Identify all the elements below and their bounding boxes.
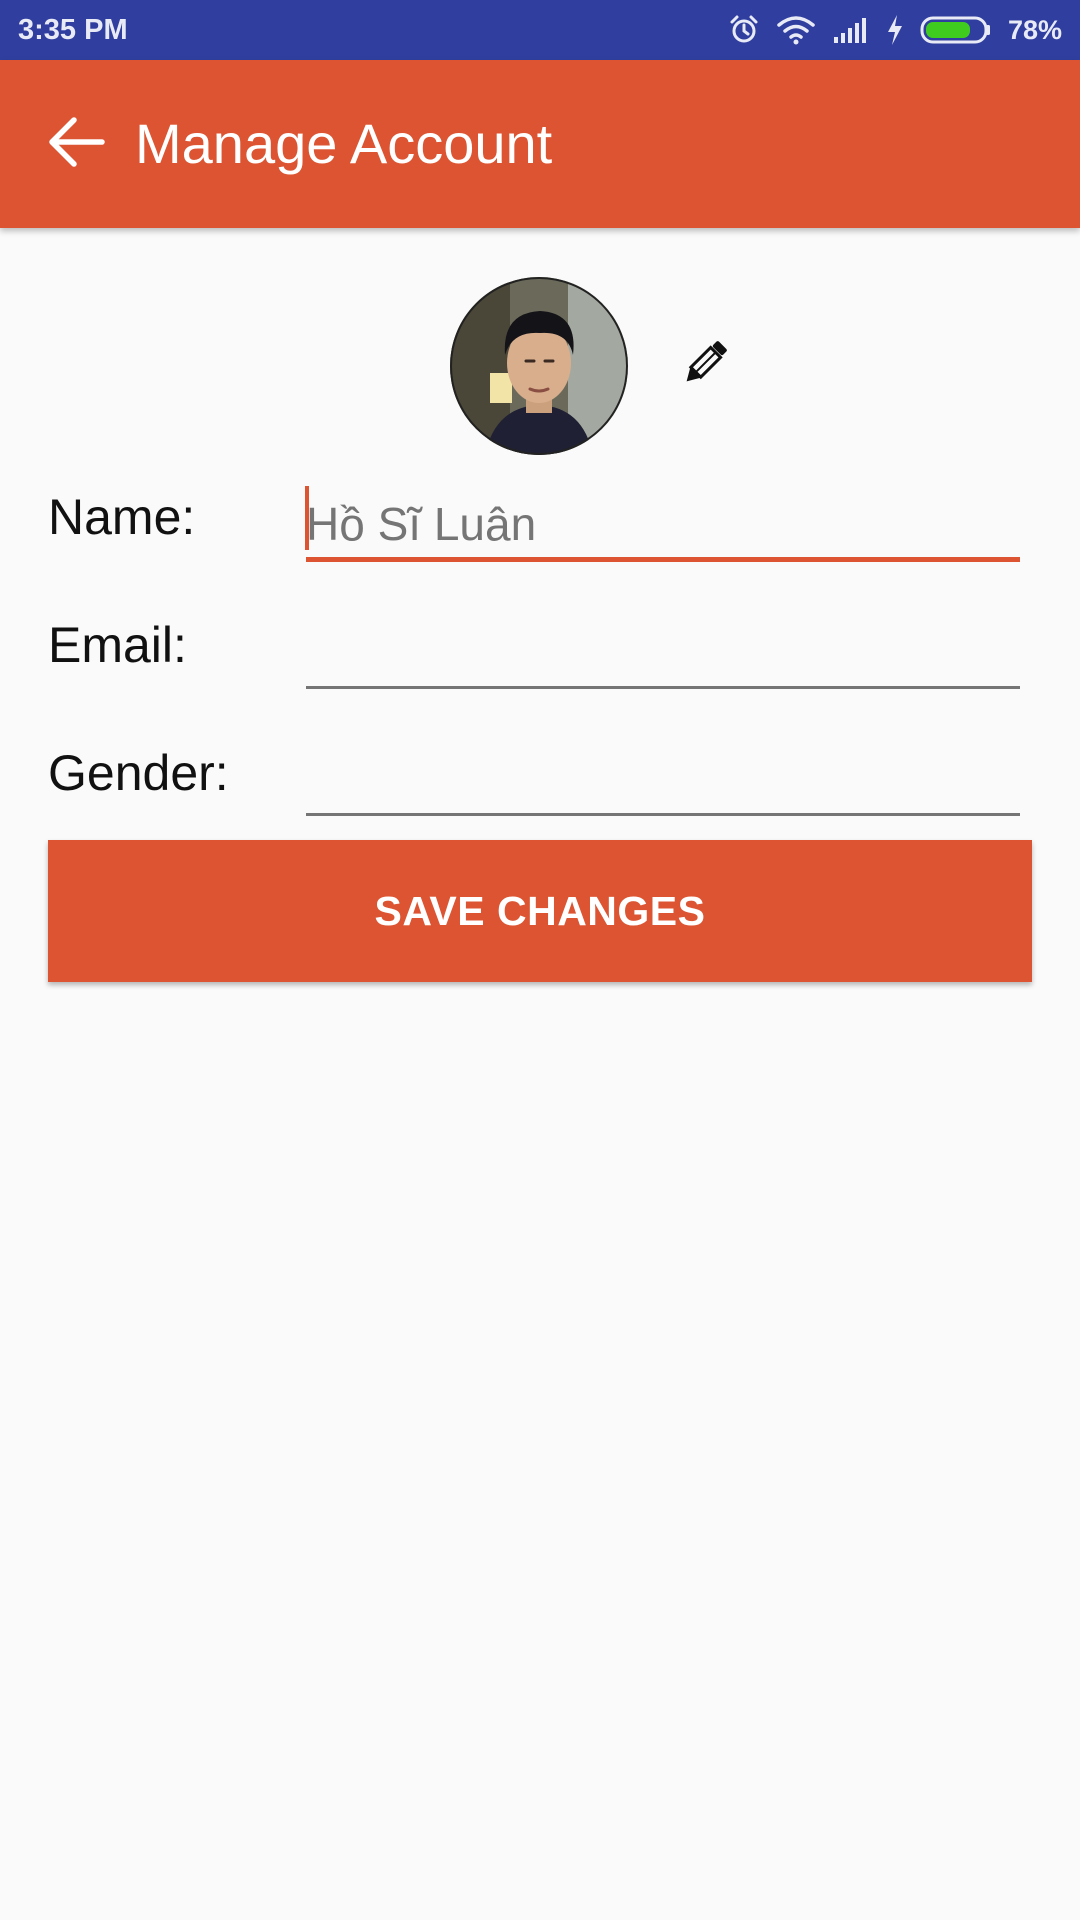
app-bar: Manage Account	[0, 60, 1080, 228]
status-time: 3:35 PM	[18, 14, 128, 46]
status-icons: 78%	[728, 0, 1062, 60]
status-bar: 3:35 PM 78%	[0, 0, 1080, 60]
arrow-back-icon	[44, 110, 108, 179]
email-label: Email:	[48, 617, 187, 673]
battery-fill	[925, 22, 970, 38]
page-title: Manage Account	[135, 112, 553, 175]
save-changes-button[interactable]: SAVE CHANGES	[48, 840, 1032, 982]
gender-label: Gender:	[48, 745, 229, 801]
name-field[interactable]	[306, 490, 1020, 562]
battery-icon	[920, 14, 992, 46]
name-label: Name:	[48, 489, 196, 545]
battery-percent: 78%	[1007, 14, 1062, 45]
pencil-icon	[677, 335, 733, 396]
avatar[interactable]	[450, 277, 628, 455]
wifi-icon	[776, 15, 816, 45]
manage-account-screen: 3:35 PM 78% Manage Account Name: Hồ Sĩ L…	[0, 0, 1080, 1920]
alarm-icon	[728, 14, 760, 46]
text-caret	[305, 486, 309, 550]
charging-icon	[886, 14, 904, 46]
email-field[interactable]	[306, 617, 1020, 689]
edit-avatar-button[interactable]	[670, 330, 740, 400]
back-button[interactable]	[36, 104, 116, 184]
signal-icon	[832, 15, 870, 45]
gender-field[interactable]	[306, 744, 1020, 816]
